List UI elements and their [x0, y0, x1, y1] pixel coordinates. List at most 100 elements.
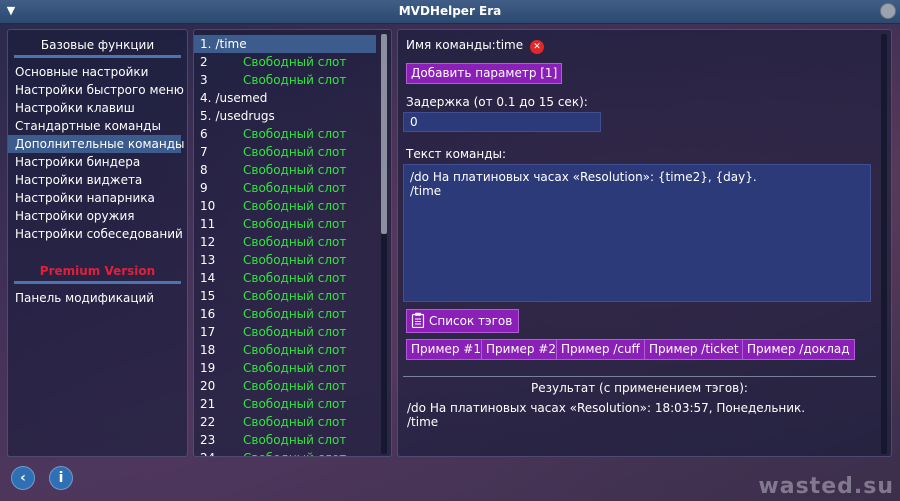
command-row-number: 5.	[200, 109, 212, 123]
command-row[interactable]: 10 Свободный слот	[194, 197, 376, 215]
command-row[interactable]: 12 Свободный слот	[194, 233, 376, 251]
section-divider	[14, 55, 181, 58]
menu-item-standard-commands[interactable]: Стандартные команды	[8, 117, 187, 135]
command-row-number: 22	[200, 415, 216, 429]
example-1-button[interactable]: Пример #1	[406, 339, 486, 360]
command-row[interactable]: 7 Свободный слот	[194, 143, 376, 161]
command-row-number: 12	[200, 235, 216, 249]
example-2-button[interactable]: Пример #2	[481, 339, 561, 360]
window-title: MVDHelper Era	[398, 4, 502, 18]
free-slot-label: Свободный слот	[243, 379, 347, 393]
command-row-number: 3	[200, 73, 208, 87]
menu-item-weapons[interactable]: Настройки оружия	[8, 207, 187, 225]
free-slot-label: Свободный слот	[243, 415, 347, 429]
command-list: 1./time 2 Свободный слот 3 Свободный слот 4. /…	[193, 29, 392, 457]
command-row[interactable]: 11 Свободный слот	[194, 215, 376, 233]
command-row[interactable]: 21 Свободный слот	[194, 395, 376, 413]
scrollbar-thumb[interactable]	[381, 34, 387, 234]
command-row-number: 1.	[200, 37, 212, 51]
command-row-number: 11	[200, 217, 216, 231]
command-row-number: 9	[200, 181, 208, 195]
editor-scrollbar[interactable]	[881, 34, 887, 454]
close-icon[interactable]	[880, 3, 896, 19]
command-row-number: 23	[200, 433, 216, 447]
command-list-scrollbar[interactable]	[381, 34, 387, 454]
add-parameter-button[interactable]: Добавить параметр [1]	[406, 63, 563, 84]
command-row[interactable]: 20 Свободный слот	[194, 377, 376, 395]
menu-item-interviews[interactable]: Настройки собеседований	[8, 225, 187, 243]
command-row[interactable]: 15 Свободный слот	[194, 287, 376, 305]
free-slot-label: Свободный слот	[243, 271, 347, 285]
clear-icon[interactable]: ✕	[530, 40, 544, 54]
title-bar: ▼ MVDHelper Era	[0, 0, 900, 24]
result-text: /do На платиновых часах «Resolution»: 18…	[407, 401, 806, 429]
command-row[interactable]: 5./usedrugs	[194, 107, 376, 125]
menu-item-additional-commands[interactable]: Дополнительные команды	[8, 135, 184, 153]
command-row[interactable]: 22 Свободный слот	[194, 413, 376, 431]
clipboard-icon	[411, 312, 425, 329]
delay-input[interactable]: 0	[403, 112, 601, 132]
watermark: wasted.su	[758, 474, 894, 499]
command-row[interactable]: 3 Свободный слот	[194, 71, 376, 89]
free-slot-label: Свободный слот	[243, 235, 347, 249]
menu-list: Основные настройки Настройки быстрого ме…	[8, 63, 187, 243]
command-row-number: 6	[200, 127, 208, 141]
command-row[interactable]: 4./usemed	[194, 89, 376, 107]
command-row[interactable]: 14 Свободный слот	[194, 269, 376, 287]
menu-item-partner[interactable]: Настройки напарника	[8, 189, 187, 207]
tags-list-label: Список тэгов	[429, 314, 513, 328]
free-slot-label: Свободный слот	[243, 145, 347, 159]
delay-label: Задержка (от 0.1 до 15 сек):	[406, 95, 588, 109]
command-row[interactable]: 6 Свободный слот	[194, 125, 376, 143]
menu-item-mod-panel[interactable]: Панель модификаций	[8, 289, 187, 307]
command-row[interactable]: 13 Свободный слот	[194, 251, 376, 269]
command-editor: Имя команды: time ✕ Добавить параметр [1…	[397, 29, 892, 457]
command-row-number: 18	[200, 343, 216, 357]
menu-item-binder[interactable]: Настройки биндера	[8, 153, 187, 171]
result-divider	[403, 376, 876, 377]
chevron-left-icon: ‹	[20, 470, 26, 486]
back-button[interactable]: ‹	[11, 466, 35, 490]
menu-item-main-settings[interactable]: Основные настройки	[8, 63, 187, 81]
menu-item-keys[interactable]: Настройки клавиш	[8, 99, 187, 117]
free-slot-label: Свободный слот	[243, 253, 347, 267]
left-menu: Базовые функции Основные настройки Настр…	[7, 29, 188, 457]
free-slot-label: Свободный слот	[243, 127, 347, 141]
command-row-number: 10	[200, 199, 216, 213]
tags-list-button[interactable]: Список тэгов	[406, 309, 520, 333]
command-row-number: 7	[200, 145, 208, 159]
command-row-number: 4.	[200, 91, 212, 105]
command-row[interactable]: 17 Свободный слот	[194, 323, 376, 341]
command-row[interactable]: 1./time	[194, 35, 376, 53]
info-button[interactable]: i	[49, 466, 73, 490]
command-row-number: 8	[200, 163, 208, 177]
menu-item-widget[interactable]: Настройки виджета	[8, 171, 187, 189]
command-row-number: 20	[200, 379, 216, 393]
command-row[interactable]: 18 Свободный слот	[194, 341, 376, 359]
example-ticket-button[interactable]: Пример /ticket	[644, 339, 744, 360]
command-row[interactable]: 23 Свободный слот	[194, 431, 376, 449]
example-cuff-button[interactable]: Пример /cuff	[556, 339, 645, 360]
command-row[interactable]: 19 Свободный слот	[194, 359, 376, 377]
free-slot-label: Свободный слот	[243, 217, 347, 231]
command-row[interactable]: 2 Свободный слот	[194, 53, 376, 71]
command-row-number: 16	[200, 307, 216, 321]
section-title-basic: Базовые функции	[40, 38, 155, 52]
command-row-number: 17	[200, 325, 216, 339]
free-slot-label: Свободный слот	[243, 433, 347, 447]
result-title: Результат (с применением тэгов):	[531, 381, 748, 395]
example-report-button[interactable]: Пример /доклад	[742, 339, 855, 360]
command-rows: 1./time 2 Свободный слот 3 Свободный слот 4. /…	[194, 35, 391, 456]
menu-item-quick-menu[interactable]: Настройки быстрого меню	[8, 81, 187, 99]
command-text-area[interactable]: /do На платиновых часах «Resolution»: {t…	[403, 164, 871, 302]
command-row[interactable]: 24 Свободный слот	[194, 449, 376, 456]
free-slot-label: Свободный слот	[243, 361, 347, 375]
command-row[interactable]: 16 Свободный слот	[194, 305, 376, 323]
command-row-number: 14	[200, 271, 216, 285]
command-row[interactable]: 9 Свободный слот	[194, 179, 376, 197]
command-row[interactable]: 8 Свободный слот	[194, 161, 376, 179]
section-title-premium: Premium Version	[39, 264, 156, 278]
command-row-number: 13	[200, 253, 216, 267]
command-row-name: /time	[215, 37, 247, 51]
command-name-value[interactable]: time	[496, 38, 523, 52]
